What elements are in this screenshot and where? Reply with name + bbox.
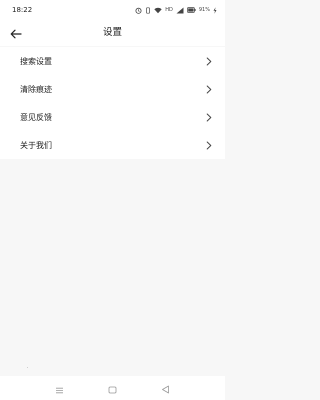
battery-icon (186, 7, 196, 13)
chevron-right-icon (206, 141, 212, 150)
status-time: 18:22 (12, 6, 33, 14)
menu-item-label: 清除痕迹 (20, 84, 52, 94)
alarm-icon (135, 7, 142, 14)
app-bar: 设置 (0, 20, 225, 46)
menu-item-label: 意见反馈 (20, 112, 52, 122)
menu-item-clear-history[interactable]: 清除痕迹 (0, 75, 225, 103)
wifi-icon (154, 7, 162, 14)
menu-item-label: 关于我们 (20, 140, 52, 150)
chevron-right-icon (206, 57, 212, 66)
page-title: 设置 (102, 27, 122, 38)
menu-icon (55, 379, 64, 398)
back-triangle-icon (161, 379, 170, 398)
status-icons: HD 91% (135, 6, 217, 14)
battery-text: 91% (198, 7, 210, 13)
menu-item-about-us[interactable]: 关于我们 (0, 131, 225, 159)
hd-icon: HD (165, 7, 173, 13)
home-square-icon (108, 379, 117, 398)
chevron-right-icon (206, 85, 212, 94)
chevron-right-icon (206, 113, 212, 122)
signal-icon (176, 7, 184, 14)
menu-item-label: 搜索设置 (20, 56, 52, 66)
menu-item-feedback[interactable]: 意见反馈 (0, 103, 225, 131)
system-back-button[interactable] (159, 382, 171, 394)
menu-button[interactable] (53, 382, 65, 394)
settings-menu: 搜索设置 清除痕迹 意见反馈 关于我们 (0, 47, 225, 159)
charging-icon (213, 6, 217, 14)
vibrate-icon (145, 6, 151, 14)
system-nav-bar (0, 376, 225, 400)
menu-item-search-settings[interactable]: 搜索设置 (0, 47, 225, 75)
status-bar: 18:22 HD 91% (0, 0, 225, 20)
divider-dot (27, 367, 28, 368)
home-button[interactable] (106, 382, 118, 394)
